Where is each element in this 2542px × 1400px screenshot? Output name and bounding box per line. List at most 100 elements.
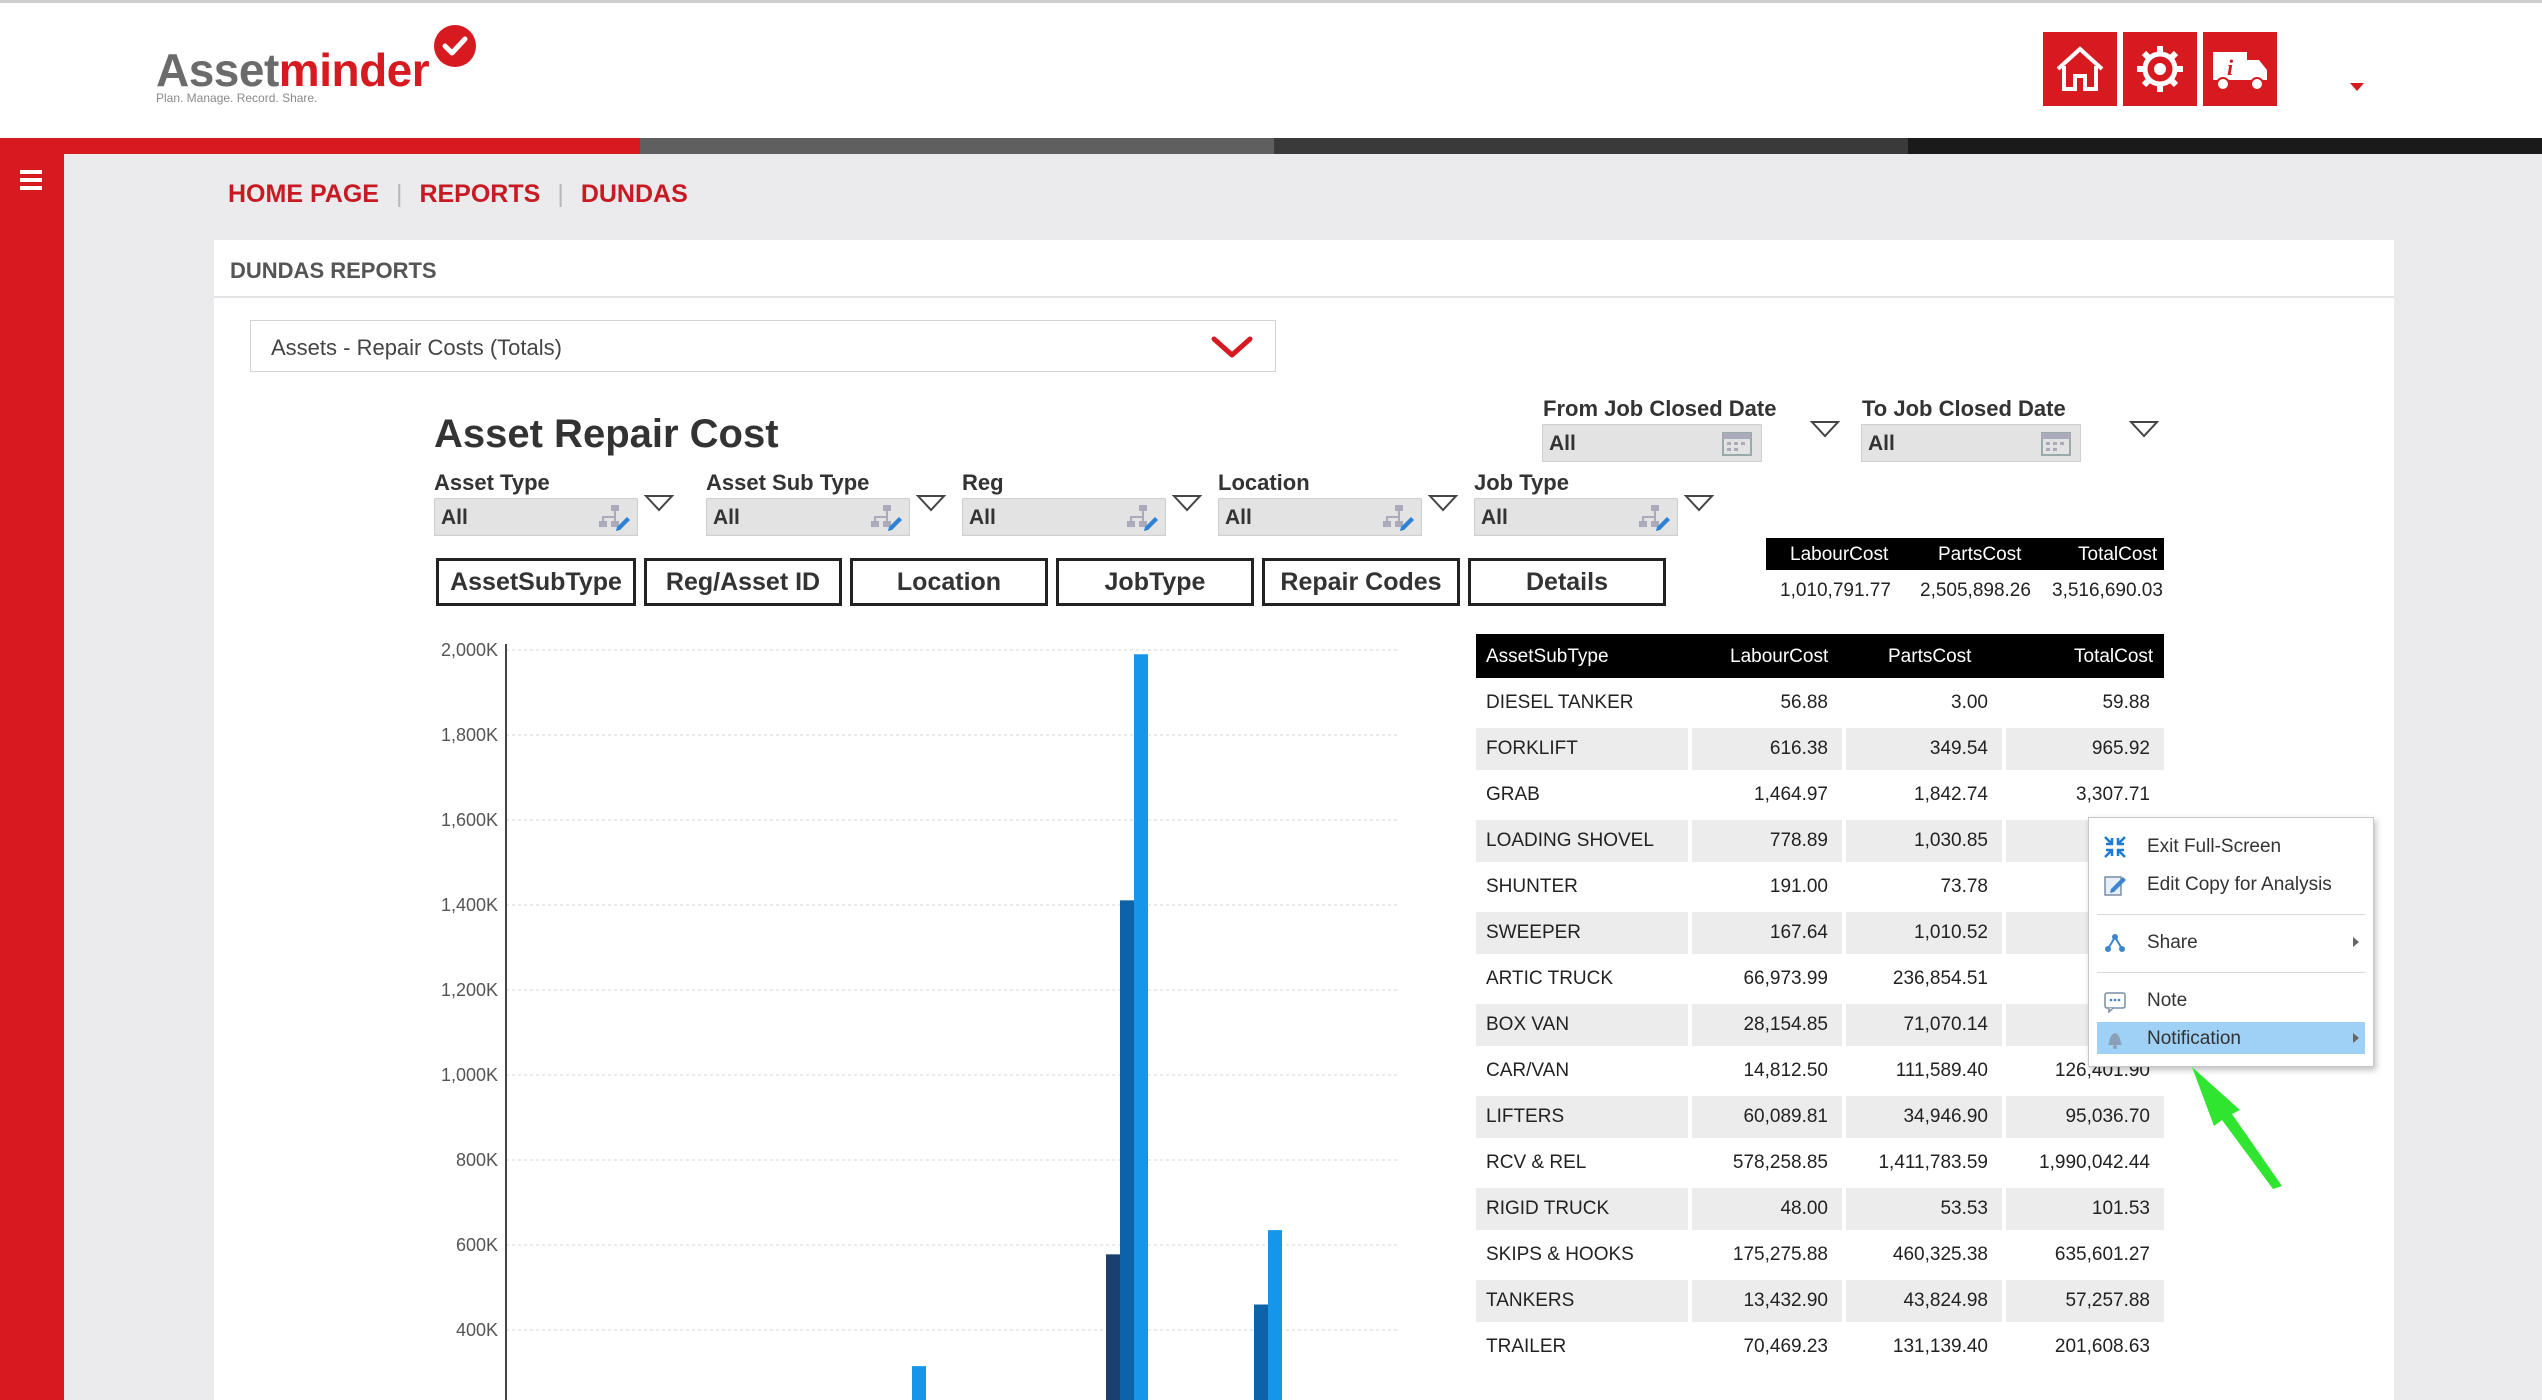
table-row[interactable]: LIFTERS 60,089.81 34,946.90 95,036.70	[1476, 1096, 2164, 1142]
table-cell: 1,842.74	[1914, 784, 1988, 805]
table-cell: LOADING SHOVEL	[1476, 820, 1688, 862]
table-cell: TANKERS	[1476, 1280, 1688, 1322]
table-cell: LIFTERS	[1476, 1096, 1688, 1138]
table-cell: GRAB	[1486, 784, 1540, 805]
header-totalcost: TotalCost	[2074, 646, 2154, 667]
note-icon	[2103, 989, 2127, 1019]
table-row[interactable]: FORKLIFT 616.38 349.54 965.92	[1476, 728, 2164, 774]
table-row[interactable]: BOX VAN28,154.8571,070.1499	[1476, 1004, 2164, 1050]
table-row[interactable]: ARTIC TRUCK66,973.99236,854.51303	[1476, 958, 2164, 1004]
table-cell: 53.53	[1846, 1188, 2002, 1230]
table-cell: 101.53	[2006, 1188, 2164, 1230]
table-cell: 1,990,042.44	[2039, 1152, 2150, 1173]
table-cell: 34,946.90	[1846, 1096, 2002, 1138]
table-header: AssetSubType LabourCost PartsCost TotalC…	[1476, 634, 2164, 678]
bell-icon	[2103, 1027, 2127, 1057]
table-row[interactable]: SHUNTER 191.00 73.78	[1476, 866, 2164, 912]
y-tick-label: 1,000K	[441, 1065, 498, 1085]
table-row[interactable]: TANKERS 13,432.90 43,824.98 57,257.88	[1476, 1280, 2164, 1326]
table-cell: 13,432.90	[1692, 1280, 1842, 1322]
table-row[interactable]: CAR/VAN 14,812.50 111,589.40 126,401.90	[1476, 1050, 2164, 1096]
table-cell: 60,089.81	[1692, 1096, 1842, 1138]
menu-separator	[2097, 914, 2365, 915]
table-cell: CAR/VAN	[1486, 1060, 1570, 1081]
table-cell: ARTIC TRUCK	[1486, 968, 1614, 989]
chart-bar[interactable]	[1268, 1230, 1282, 1400]
table-row[interactable]: GRAB 1,464.97 1,842.74 3,307.71	[1476, 774, 2164, 820]
table-cell: 201,608.63	[2054, 1336, 2150, 1357]
table-cell: 14,812.50	[1743, 1060, 1828, 1081]
table-row[interactable]: TRAILER 70,469.23 131,139.40 201,608.63	[1476, 1326, 2164, 1372]
chart-bar[interactable]	[912, 1366, 926, 1400]
chart-bar[interactable]	[1254, 1304, 1268, 1400]
table-cell: 131,139.40	[1892, 1336, 1988, 1357]
table-row[interactable]: RCV & REL 578,258.85 1,411,783.59 1,990,042…	[1476, 1142, 2164, 1188]
table-cell: 3,307.71	[2076, 784, 2150, 805]
y-tick-label: 1,200K	[441, 980, 498, 1000]
table-cell: 73.78	[1940, 876, 1988, 897]
chart-bar[interactable]	[1134, 654, 1148, 1400]
chart-bar[interactable]	[1120, 900, 1134, 1400]
exit-fullscreen-icon	[2103, 835, 2127, 865]
y-tick-label: 600K	[456, 1235, 498, 1255]
menu-item-notification[interactable]: Notification	[2097, 1022, 2365, 1054]
table-cell: SHUNTER	[1486, 876, 1578, 897]
edit-copy-icon	[2103, 873, 2127, 903]
table-cell: DIESEL TANKER	[1486, 692, 1634, 713]
table-cell: 191.00	[1769, 876, 1828, 897]
table-cell: 616.38	[1692, 728, 1842, 770]
table-cell: 48.00	[1692, 1188, 1842, 1230]
table-cell: 28,154.85	[1692, 1004, 1842, 1046]
table-row[interactable]: RIGID TRUCK 48.00 53.53 101.53	[1476, 1188, 2164, 1234]
y-tick-label: 1,800K	[441, 725, 498, 745]
table-cell: 57,257.88	[2006, 1280, 2164, 1322]
table-cell: 1,010.52	[1846, 912, 2002, 954]
submenu-arrow-icon	[2353, 1033, 2359, 1043]
table-cell: 349.54	[1846, 728, 2002, 770]
table-cell: 460,325.38	[1892, 1244, 1988, 1265]
table-cell: SWEEPER	[1476, 912, 1688, 954]
share-icon	[2103, 931, 2127, 961]
submenu-arrow-icon	[2353, 937, 2359, 947]
menu-separator	[2097, 972, 2365, 973]
menu-item-edit-copy[interactable]: Edit Copy for Analysis	[2097, 868, 2365, 900]
menu-item-note[interactable]: Note	[2097, 984, 2365, 1016]
y-tick-label: 1,400K	[441, 895, 498, 915]
table-cell: 578,258.85	[1732, 1152, 1828, 1173]
table-row[interactable]: SKIPS & HOOKS 175,275.88 460,325.38 635,601…	[1476, 1234, 2164, 1280]
table-cell: 59.88	[2102, 692, 2150, 713]
y-tick-label: 1,600K	[441, 810, 498, 830]
table-cell: 778.89	[1692, 820, 1842, 862]
header-partscost: PartsCost	[1888, 646, 1972, 667]
table-cell: 70,469.23	[1743, 1336, 1828, 1357]
table-cell: 66,973.99	[1743, 968, 1828, 989]
table-row[interactable]: LOADING SHOVEL778.891,030.851	[1476, 820, 2164, 866]
table-cell: 635,601.27	[2054, 1244, 2150, 1265]
table-cell: 1,030.85	[1846, 820, 2002, 862]
table-cell: BOX VAN	[1476, 1004, 1688, 1046]
table-cell: 95,036.70	[2006, 1096, 2164, 1138]
y-tick-label: 400K	[456, 1320, 498, 1340]
table-cell: 3.00	[1951, 692, 1988, 713]
table-cell: 236,854.51	[1892, 968, 1988, 989]
table-row[interactable]: DIESEL TANKER 56.88 3.00 59.88	[1476, 682, 2164, 728]
table-cell: 43,824.98	[1846, 1280, 2002, 1322]
table-cell: SKIPS & HOOKS	[1486, 1244, 1634, 1265]
header-assetsubtype: AssetSubType	[1486, 646, 1609, 667]
table-cell: RIGID TRUCK	[1476, 1188, 1688, 1230]
table-cell: 1,464.97	[1754, 784, 1828, 805]
y-tick-label: 2,000K	[441, 640, 498, 660]
context-menu: Exit Full-Screen Edit Copy for Analysis …	[2088, 817, 2374, 1067]
table-cell: 1,411,783.59	[1878, 1152, 1988, 1173]
table-cell: 71,070.14	[1846, 1004, 2002, 1046]
chart-bar[interactable]	[1106, 1254, 1120, 1400]
table-cell: 111,589.40	[1895, 1060, 1988, 1081]
table-cell: RCV & REL	[1486, 1152, 1587, 1173]
menu-item-exit-fullscreen[interactable]: Exit Full-Screen	[2097, 830, 2365, 862]
table-cell: FORKLIFT	[1476, 728, 1688, 770]
table-row[interactable]: SWEEPER167.641,010.521	[1476, 912, 2164, 958]
menu-item-share[interactable]: Share	[2097, 926, 2365, 958]
table-cell: 965.92	[2006, 728, 2164, 770]
table-cell: 175,275.88	[1732, 1244, 1828, 1265]
y-tick-label: 800K	[456, 1150, 498, 1170]
